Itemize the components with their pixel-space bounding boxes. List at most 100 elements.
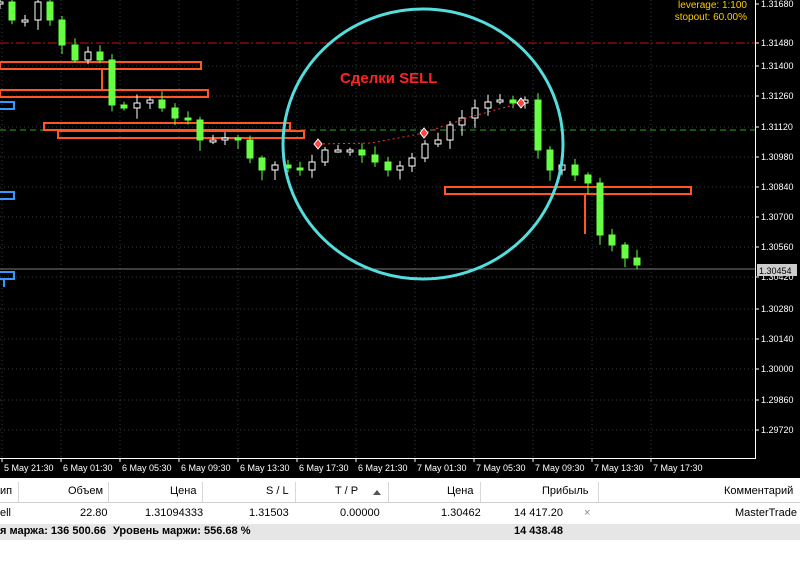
col-sl-header[interactable]: S / L bbox=[266, 485, 289, 497]
candle-body bbox=[308, 161, 316, 171]
candle-body bbox=[84, 51, 92, 61]
trade-terminal: ип Объем Цена S / L T / P Цена Прибыль К… bbox=[0, 478, 800, 570]
candle-body bbox=[0, 1, 4, 5]
candle-body bbox=[246, 139, 254, 159]
price-tick-label: 1.30700 bbox=[761, 212, 794, 222]
cell-volume: 22.80 bbox=[80, 507, 108, 519]
price-tick-label: 1.31480 bbox=[761, 38, 794, 48]
price-tick-label: 1.30840 bbox=[761, 182, 794, 192]
col-profit-header[interactable]: Прибыль bbox=[542, 485, 589, 497]
table-row[interactable]: ell 22.80 1.31094333 1.31503 0.00000 1.3… bbox=[0, 504, 800, 524]
price-tick-label: 1.31400 bbox=[761, 61, 794, 71]
time-tick-label: 6 May 17:30 bbox=[299, 463, 349, 473]
candle-body bbox=[120, 104, 128, 109]
column-divider bbox=[598, 482, 599, 502]
account-summary-row: я маржа: 136 500.66 Уровень маржи: 556.6… bbox=[0, 524, 800, 540]
candle-body bbox=[584, 174, 592, 184]
candle-body bbox=[621, 244, 629, 259]
candle-body bbox=[8, 1, 16, 21]
price-tick-label: 1.31680 bbox=[761, 0, 794, 9]
candle-body bbox=[408, 157, 416, 167]
candle-body bbox=[571, 164, 579, 176]
candle-body bbox=[196, 119, 204, 141]
candle-body bbox=[596, 182, 604, 236]
price-tick-label: 1.29860 bbox=[761, 395, 794, 405]
margin-text: я маржа: 136 500.66 bbox=[0, 525, 106, 537]
col-type-header[interactable]: ип bbox=[0, 485, 12, 497]
time-tick-label: 6 May 13:30 bbox=[240, 463, 290, 473]
chart-canvas: Сделки SELL leverage: 1:100 stopout: 60.… bbox=[0, 0, 797, 473]
stopout-label: stopout: 60.00% bbox=[675, 12, 747, 23]
margin-level-text: Уровень маржи: 556.68 % bbox=[113, 525, 251, 537]
candle-body bbox=[371, 154, 379, 163]
column-divider bbox=[202, 482, 203, 502]
cell-sl[interactable]: 1.31503 bbox=[249, 507, 289, 519]
candle-body bbox=[108, 59, 116, 106]
time-tick-label: 7 May 05:30 bbox=[476, 463, 526, 473]
candle-body bbox=[296, 167, 304, 171]
candle-body bbox=[358, 149, 366, 156]
candle-body bbox=[34, 1, 42, 21]
candle-body bbox=[458, 117, 466, 126]
col-volume-header[interactable]: Объем bbox=[68, 485, 103, 497]
leverage-label: leverage: 1:100 bbox=[678, 0, 747, 11]
candle-body bbox=[496, 99, 504, 103]
candle-body bbox=[608, 234, 616, 246]
cell-comment: MasterTrade bbox=[735, 507, 797, 519]
time-tick-label: 6 May 09:30 bbox=[181, 463, 231, 473]
candle-body bbox=[633, 257, 641, 266]
col-comment-header[interactable]: Комментарий bbox=[724, 485, 793, 497]
candle-body bbox=[421, 143, 429, 159]
sell-trade-marker bbox=[313, 138, 323, 150]
candle-body bbox=[484, 101, 492, 109]
candle-body bbox=[321, 149, 329, 163]
column-divider bbox=[18, 482, 19, 502]
price-tick-label: 1.30140 bbox=[761, 334, 794, 344]
price-tick-label: 1.30980 bbox=[761, 152, 794, 162]
col-open-price-header[interactable]: Цена bbox=[170, 485, 196, 497]
candle-body bbox=[396, 165, 404, 171]
time-tick-label: 7 May 17:30 bbox=[653, 463, 703, 473]
time-tick-label: 7 May 01:30 bbox=[417, 463, 467, 473]
time-tick-label: 6 May 05:30 bbox=[122, 463, 172, 473]
candle-body bbox=[258, 157, 266, 171]
buy-zone-box bbox=[0, 101, 15, 110]
close-position-icon[interactable]: × bbox=[584, 507, 590, 519]
time-tick-label: 6 May 21:30 bbox=[358, 463, 408, 473]
candle-body bbox=[471, 107, 479, 119]
time-tick-label: 7 May 09:30 bbox=[535, 463, 585, 473]
price-tick-label: 1.30280 bbox=[761, 304, 794, 314]
candle-body bbox=[546, 149, 554, 171]
time-tick-label: 6 May 01:30 bbox=[63, 463, 113, 473]
col-price-header[interactable]: Цена bbox=[447, 485, 473, 497]
buy-zone-box bbox=[0, 271, 15, 280]
time-axis: 5 May 21:30 6 May 01:30 6 May 05:30 6 May 0… bbox=[1, 458, 703, 473]
price-tick-label: 1.30560 bbox=[761, 242, 794, 252]
candle-body bbox=[221, 137, 229, 141]
candle-body bbox=[446, 124, 454, 141]
price-axis: 1.31680 1.31480 1.31400 1.31260 1.31120 1.309… bbox=[755, 0, 794, 435]
sort-ascending-icon[interactable] bbox=[373, 490, 381, 495]
cell-tp[interactable]: 0.00000 bbox=[340, 507, 380, 519]
candle-body bbox=[346, 149, 354, 153]
column-divider bbox=[480, 482, 481, 502]
column-divider bbox=[295, 482, 296, 502]
candle-body bbox=[58, 19, 66, 46]
candle-body bbox=[71, 44, 79, 61]
column-divider bbox=[108, 482, 109, 502]
candle-body bbox=[234, 137, 242, 141]
price-chart[interactable]: Сделки SELL leverage: 1:100 stopout: 60.… bbox=[0, 0, 800, 478]
candle-body bbox=[171, 107, 179, 119]
cell-open-price: 1.31094333 bbox=[145, 507, 204, 519]
total-profit: 14 438.48 bbox=[514, 525, 563, 537]
price-tick-label: 1.30000 bbox=[761, 364, 794, 374]
candle-body bbox=[271, 164, 279, 171]
candle-body bbox=[334, 149, 342, 153]
buy-zone-box bbox=[0, 191, 15, 200]
candle-body bbox=[46, 1, 54, 21]
time-tick-label: 5 May 21:30 bbox=[4, 463, 54, 473]
sell-trades-annotation: Сделки SELL bbox=[340, 70, 437, 87]
candle-body bbox=[21, 19, 29, 23]
cell-type: ell bbox=[0, 507, 12, 519]
col-tp-header[interactable]: T / P bbox=[335, 485, 358, 497]
